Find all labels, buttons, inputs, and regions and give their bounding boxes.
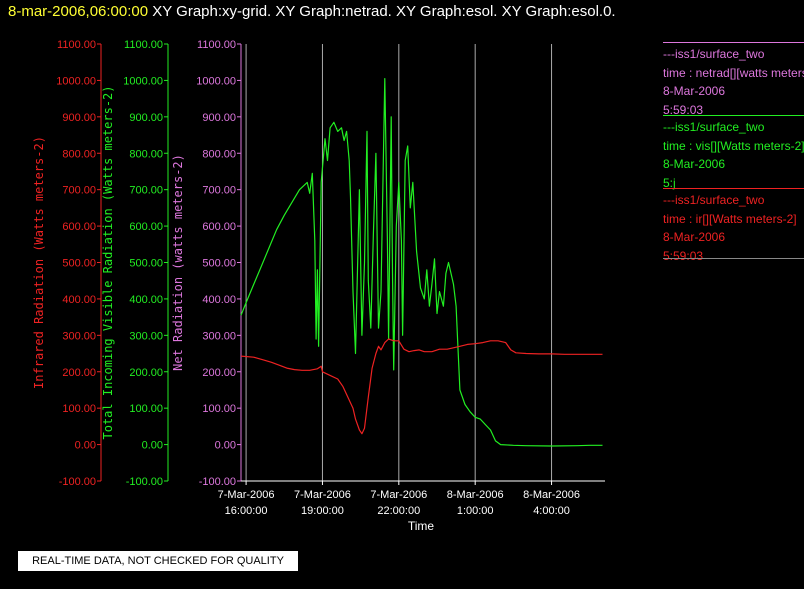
series-line-ir (240, 338, 603, 435)
legend-separator (663, 188, 804, 189)
legend-entry: ---iss1/surface_twotime : vis[][Watts me… (663, 115, 804, 192)
y-tick-label: 300.00 (129, 330, 163, 342)
y-tick-label: 800.00 (129, 148, 163, 160)
x-tick-date: 8-Mar-2006 (523, 489, 580, 501)
legend-desc: time : vis[][Watts meters-2] (663, 138, 804, 153)
y-tick-label: 1100.00 (57, 39, 96, 51)
y-tick-label: 300.00 (62, 330, 96, 342)
y-tick-label: 500.00 (129, 258, 163, 270)
legend-bottom-separator (663, 258, 804, 259)
legend-desc: time : netrad[][watts meters-2] (663, 65, 804, 80)
y-axis-title: Infrared Radiation (Watts meters-2) (32, 136, 46, 389)
y-tick-label: 100.00 (202, 403, 236, 415)
x-tick-time: 22:00:00 (377, 505, 420, 517)
x-tick-time: 16:00:00 (225, 505, 268, 517)
y-tick-label: 300.00 (202, 330, 236, 342)
y-tick-label: 100.00 (129, 403, 163, 415)
x-tick-time: 1:00:00 (457, 505, 494, 517)
data-series (240, 77, 603, 447)
legend-entry: ---iss1/surface_twotime : ir[][Watts met… (663, 188, 804, 265)
legend-separator (663, 42, 804, 43)
legend-date: 8-Mar-2006 (663, 157, 726, 171)
y-tick-label: 500.00 (202, 258, 236, 270)
y-tick-label: 500.00 (62, 258, 96, 270)
y-tick-label: 700.00 (202, 185, 236, 197)
legend-separator (663, 115, 804, 116)
y-tick-label: -100.00 (199, 476, 236, 488)
y-tick-label: 1000.00 (196, 75, 236, 87)
y-tick-label: 100.00 (62, 403, 96, 415)
x-tick-date: 7-Mar-2006 (218, 489, 275, 501)
y-tick-label: 200.00 (62, 367, 96, 379)
x-tick-date: 8-Mar-2006 (447, 489, 504, 501)
y-axis-title: Total Incoming Visible Radiation (Watts … (101, 85, 115, 439)
y-tick-label: 900.00 (62, 112, 96, 124)
y-tick-label: 800.00 (62, 148, 96, 160)
y-tick-label: 0.00 (142, 440, 163, 452)
y-tick-label: 0.00 (75, 440, 96, 452)
x-tick-date: 7-Mar-2006 (370, 489, 427, 501)
series-line-vis (240, 77, 603, 447)
y-tick-label: 600.00 (62, 221, 96, 233)
y-tick-label: 1100.00 (124, 39, 163, 51)
y-tick-label: 900.00 (202, 112, 236, 124)
y-tick-label: 1100.00 (197, 39, 236, 51)
y-tick-label: 800.00 (202, 148, 236, 160)
y-tick-label: 700.00 (62, 185, 96, 197)
legend-entry: ---iss1/surface_twotime : netrad[][watts… (663, 42, 804, 119)
legend-desc: time : ir[][Watts meters-2] (663, 211, 797, 226)
x-tick-date: 7-Mar-2006 (294, 489, 351, 501)
y-tick-label: 600.00 (202, 221, 236, 233)
quality-notice: REAL-TIME DATA, NOT CHECKED FOR QUALITY (18, 551, 298, 571)
y-tick-label: 400.00 (62, 294, 96, 306)
y-tick-label: 1000.00 (56, 75, 96, 87)
legend-date: 8-Mar-2006 (663, 230, 726, 244)
x-tick-time: 19:00:00 (301, 505, 344, 517)
legend-site: ---iss1/surface_two (663, 120, 765, 134)
legend-time: 5:59:03 (663, 248, 704, 263)
y-tick-label: -100.00 (126, 476, 163, 488)
y-axes: -100.00 0.00 100.00 200.00 300.00 400.00 500.0… (32, 39, 242, 488)
vertical-grid-lines (245, 44, 553, 481)
y-tick-label: 0.00 (215, 440, 236, 452)
y-tick-label: 700.00 (129, 185, 163, 197)
y-tick-label: -100.00 (59, 476, 96, 488)
y-tick-label: 900.00 (129, 112, 163, 124)
legend-date: 8-Mar-2006 (663, 84, 726, 98)
y-tick-label: 400.00 (129, 294, 163, 306)
x-tick-time: 4:00:00 (533, 505, 570, 517)
y-tick-label: 200.00 (129, 367, 163, 379)
y-tick-label: 400.00 (202, 294, 236, 306)
x-axis-title: Time (408, 519, 435, 533)
y-tick-label: 600.00 (129, 221, 163, 233)
legend-site: ---iss1/surface_two (663, 47, 765, 61)
legend-site: ---iss1/surface_two (663, 193, 765, 207)
x-axis: 7-Mar-2006 16:00:00 7-Mar-2006 19:00:00 7-Ma… (218, 480, 605, 533)
y-tick-label: 200.00 (202, 367, 236, 379)
y-axis-title: Net Radiation (watts meters-2) (171, 154, 185, 371)
y-tick-label: 1000.00 (123, 75, 163, 87)
